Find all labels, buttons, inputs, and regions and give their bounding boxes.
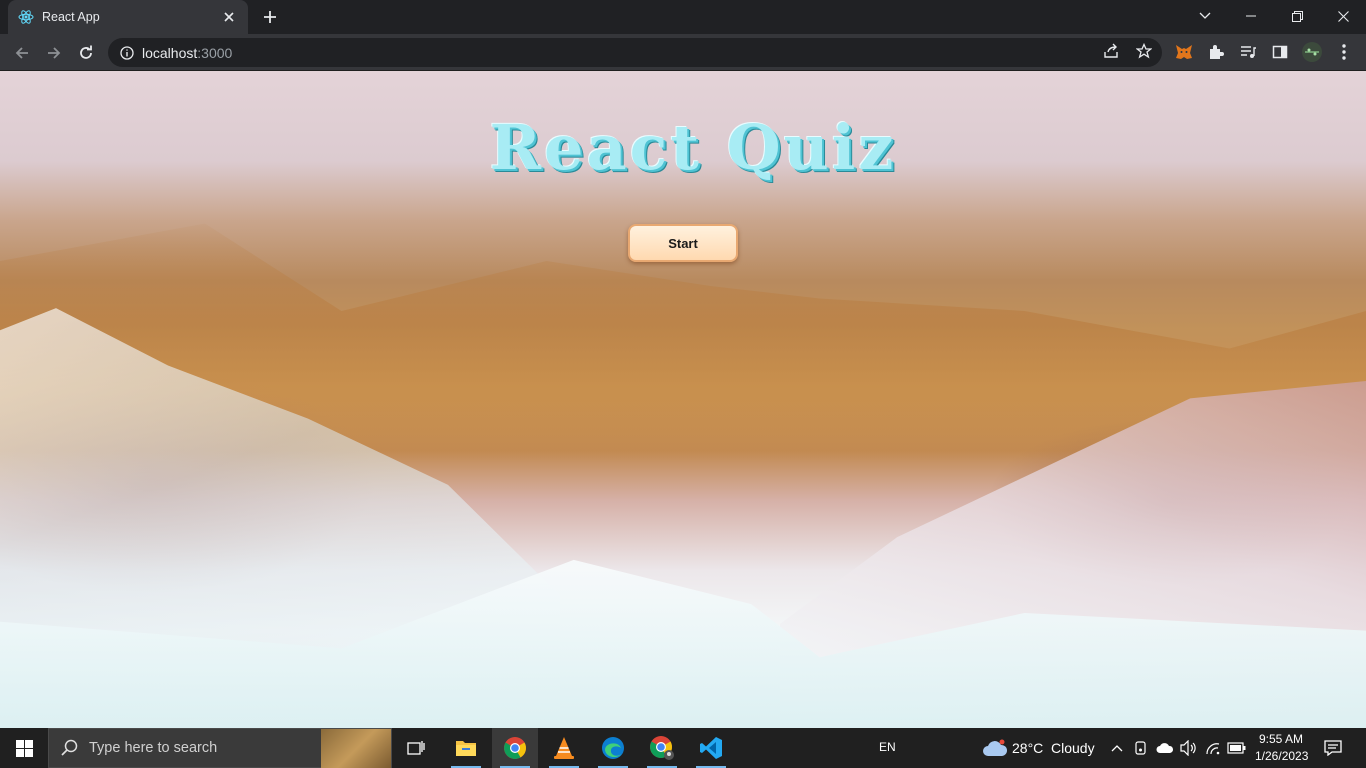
- restore-button[interactable]: [1274, 0, 1320, 32]
- forward-button[interactable]: [39, 38, 69, 68]
- tab-search-button[interactable]: [1182, 0, 1228, 32]
- meet-now-button[interactable]: [1131, 738, 1151, 758]
- share-button[interactable]: [1100, 40, 1122, 62]
- wifi-icon: [1206, 742, 1220, 755]
- window-close-icon: [1337, 10, 1349, 22]
- browser-tab[interactable]: React App: [8, 0, 248, 34]
- volume-button[interactable]: [1179, 738, 1199, 758]
- close-icon[interactable]: [220, 8, 238, 26]
- vlc-icon: [554, 737, 574, 759]
- taskbar-vscode[interactable]: [688, 728, 734, 768]
- show-hidden-icons-button[interactable]: [1107, 738, 1127, 758]
- tab-title: React App: [42, 10, 100, 24]
- windows-taskbar: Type here to search EN 28°C Cloudy 9:55 …: [0, 728, 1366, 768]
- weather-temp: 28°C: [1012, 740, 1044, 756]
- taskbar-edge[interactable]: [590, 728, 636, 768]
- taskbar-vlc[interactable]: [541, 728, 587, 768]
- battery-icon: [1227, 742, 1246, 754]
- back-icon: [15, 47, 28, 59]
- media-controls-button[interactable]: [1237, 41, 1259, 63]
- share-icon: [1104, 43, 1118, 58]
- taskbar-search[interactable]: Type here to search: [48, 728, 392, 768]
- taskbar-chrome[interactable]: [492, 728, 538, 768]
- weather-condition: Cloudy: [1051, 740, 1095, 756]
- search-highlight-image: [321, 729, 391, 768]
- tab-strip: React App: [0, 0, 1366, 34]
- onedrive-button[interactable]: [1155, 738, 1175, 758]
- minimize-button[interactable]: [1228, 0, 1274, 32]
- taskbar-file-explorer[interactable]: [443, 728, 489, 768]
- profile-button[interactable]: [1301, 41, 1323, 63]
- start-menu-button[interactable]: [0, 728, 48, 768]
- onedrive-icon: [1156, 743, 1174, 753]
- bookmark-button[interactable]: [1133, 40, 1155, 62]
- chrome-menu-button[interactable]: [1333, 41, 1355, 63]
- notification-center-button[interactable]: [1323, 738, 1343, 758]
- menu-icon: [1342, 44, 1346, 60]
- forward-icon: [48, 47, 61, 59]
- search-icon: [61, 739, 78, 756]
- reload-icon: [80, 45, 92, 59]
- page-viewport: React Quiz Start: [0, 71, 1366, 728]
- info-icon[interactable]: [120, 45, 134, 60]
- url-port: :3000: [197, 44, 233, 61]
- battery-button[interactable]: [1227, 738, 1247, 758]
- volume-icon: [1180, 740, 1196, 756]
- url-host: localhost: [142, 44, 198, 61]
- chevron-up-icon: [1111, 745, 1123, 752]
- side-panel-button[interactable]: [1269, 41, 1291, 63]
- profile-icon: [1302, 42, 1322, 62]
- file-explorer-icon: [456, 741, 476, 756]
- metamask-icon: [1176, 45, 1192, 59]
- star-icon: [1136, 43, 1152, 59]
- windows-icon: [15, 739, 33, 757]
- network-button[interactable]: [1203, 738, 1223, 758]
- new-tab-button[interactable]: [258, 6, 282, 28]
- start-button[interactable]: Start: [628, 224, 738, 262]
- metamask-extension[interactable]: [1173, 41, 1195, 63]
- taskbar-chrome-profile[interactable]: [639, 728, 685, 768]
- weather-widget[interactable]: [982, 738, 1008, 758]
- quiz-title: React Quiz: [489, 111, 897, 184]
- media-icon: [1241, 46, 1256, 58]
- clock-time[interactable]: 9:55 AM: [1259, 732, 1303, 746]
- minimize-icon: [1246, 15, 1256, 17]
- task-view-icon: [407, 741, 425, 755]
- chrome-profile-icon: [650, 736, 674, 760]
- language-indicator[interactable]: EN: [879, 740, 896, 754]
- notification-icon: [1324, 740, 1342, 756]
- puzzle-icon: [1210, 45, 1224, 59]
- clock-date[interactable]: 1/26/2023: [1255, 749, 1308, 763]
- meet-icon: [1135, 741, 1146, 755]
- back-button[interactable]: [7, 38, 37, 68]
- reload-button[interactable]: [71, 38, 101, 68]
- address-bar[interactable]: localhost:3000: [108, 38, 1162, 67]
- window-close-button[interactable]: [1320, 0, 1366, 32]
- edge-icon: [602, 737, 624, 759]
- chrome-icon: [504, 737, 526, 759]
- cloud-icon: [983, 739, 1008, 756]
- browser-toolbar: localhost:3000: [0, 34, 1366, 71]
- extensions-button[interactable]: [1205, 41, 1227, 63]
- react-favicon-icon: [18, 10, 34, 24]
- restore-icon: [1291, 10, 1303, 22]
- plus-icon: [264, 11, 276, 23]
- chevron-down-icon: [1199, 12, 1211, 19]
- vscode-icon: [700, 737, 722, 759]
- sidepanel-icon: [1272, 45, 1288, 59]
- search-placeholder: Type here to search: [89, 740, 218, 756]
- task-view-button[interactable]: [393, 728, 439, 768]
